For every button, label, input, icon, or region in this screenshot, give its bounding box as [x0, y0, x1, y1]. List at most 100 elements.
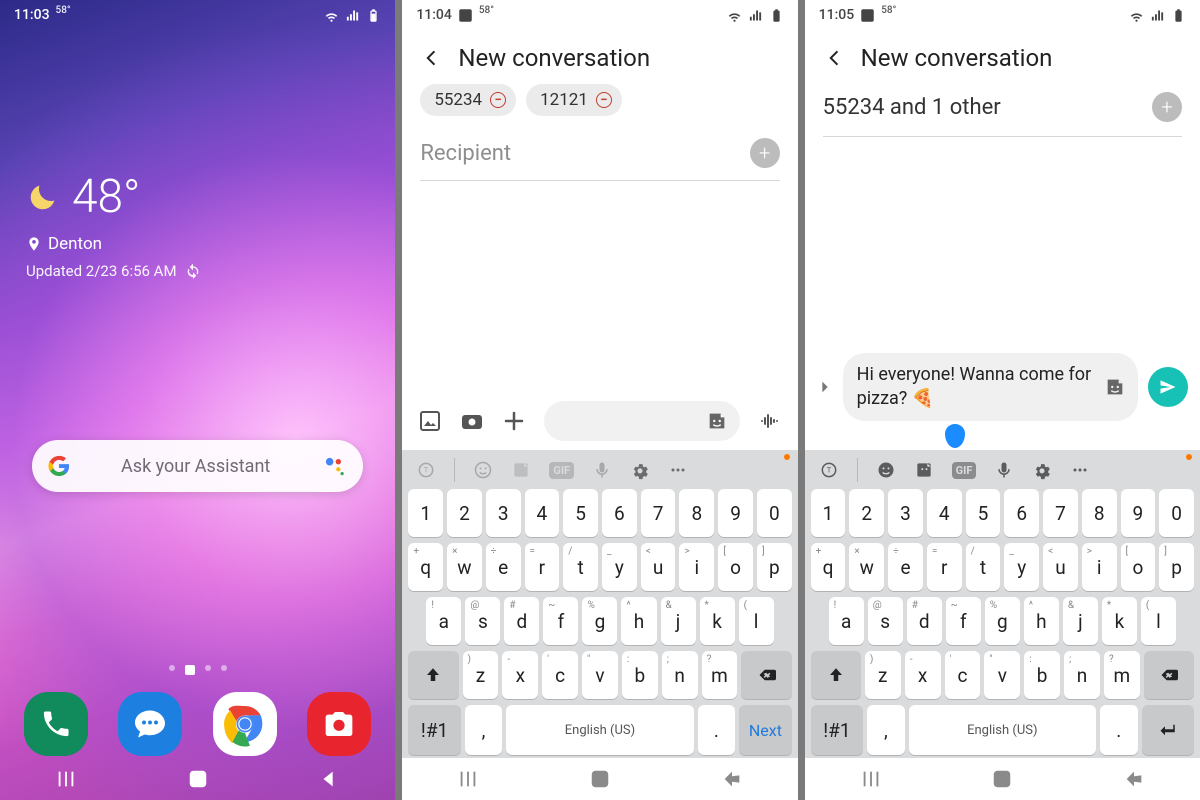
- text-loop-icon[interactable]: T: [819, 460, 839, 480]
- phone-app-icon[interactable]: [24, 692, 88, 756]
- key-r[interactable]: =r: [927, 543, 962, 591]
- key-3[interactable]: 3: [486, 489, 521, 537]
- key-x[interactable]: -x: [502, 651, 538, 699]
- key-o[interactable]: [o: [1121, 543, 1156, 591]
- back-icon[interactable]: [823, 47, 845, 69]
- key-s[interactable]: @s: [868, 597, 903, 645]
- period-key[interactable]: .: [1100, 705, 1137, 755]
- key-t[interactable]: /t: [966, 543, 1001, 591]
- key-e[interactable]: ÷e: [888, 543, 923, 591]
- key-v[interactable]: "v: [582, 651, 618, 699]
- camera-app-icon[interactable]: [307, 692, 371, 756]
- key-j[interactable]: &j: [661, 597, 696, 645]
- key-k[interactable]: *k: [1102, 597, 1137, 645]
- key-u[interactable]: <u: [1043, 543, 1078, 591]
- shift-key[interactable]: [811, 651, 861, 699]
- shift-key[interactable]: [408, 651, 458, 699]
- google-assistant-bar[interactable]: Ask your Assistant: [32, 440, 363, 492]
- key-d[interactable]: #d: [907, 597, 942, 645]
- key-c[interactable]: 'c: [945, 651, 981, 699]
- key-0[interactable]: 0: [757, 489, 792, 537]
- gif-icon[interactable]: GIF: [952, 462, 977, 479]
- space-key[interactable]: English (US): [909, 705, 1096, 755]
- remove-chip-icon[interactable]: −: [596, 92, 612, 108]
- key-o[interactable]: [o: [718, 543, 753, 591]
- backspace-key[interactable]: [1144, 651, 1194, 699]
- more-icon[interactable]: [668, 460, 688, 480]
- key-p[interactable]: ]p: [1159, 543, 1194, 591]
- key-u[interactable]: <u: [641, 543, 676, 591]
- add-recipient-button[interactable]: +: [750, 138, 780, 168]
- comma-key[interactable]: ,: [867, 705, 904, 755]
- add-recipient-button[interactable]: +: [1152, 92, 1182, 122]
- expand-icon[interactable]: [817, 375, 833, 399]
- text-loop-icon[interactable]: T: [416, 460, 436, 480]
- message-input[interactable]: [544, 401, 739, 441]
- key-l[interactable]: (l: [739, 597, 774, 645]
- key-x[interactable]: -x: [905, 651, 941, 699]
- back-button[interactable]: [1123, 768, 1145, 790]
- recents-button[interactable]: [55, 768, 77, 790]
- recents-button[interactable]: [457, 768, 479, 790]
- key-2[interactable]: 2: [849, 489, 884, 537]
- key-p[interactable]: ]p: [757, 543, 792, 591]
- text-cursor-handle-icon[interactable]: [945, 424, 965, 448]
- remove-chip-icon[interactable]: −: [490, 92, 506, 108]
- key-f[interactable]: ~f: [543, 597, 578, 645]
- key-w[interactable]: ×w: [447, 543, 482, 591]
- key-8[interactable]: 8: [1082, 489, 1117, 537]
- key-9[interactable]: 9: [1121, 489, 1156, 537]
- chrome-app-icon[interactable]: [213, 692, 277, 756]
- sticker-icon[interactable]: [1104, 376, 1126, 398]
- key-f[interactable]: ~f: [946, 597, 981, 645]
- back-button[interactable]: [318, 768, 340, 790]
- home-button[interactable]: [187, 768, 209, 790]
- key-3[interactable]: 3: [888, 489, 923, 537]
- symbols-key[interactable]: !#1: [811, 705, 863, 755]
- gallery-icon[interactable]: [418, 409, 442, 433]
- key-r[interactable]: =r: [525, 543, 560, 591]
- messages-app-icon[interactable]: [118, 692, 182, 756]
- key-c[interactable]: 'c: [542, 651, 578, 699]
- enter-key[interactable]: [1142, 705, 1194, 755]
- weather-widget[interactable]: 48° Denton Updated 2/23 6:56 AM: [26, 170, 201, 280]
- key-w[interactable]: ×w: [849, 543, 884, 591]
- period-key[interactable]: .: [698, 705, 735, 755]
- home-button[interactable]: [991, 768, 1013, 790]
- key-5[interactable]: 5: [563, 489, 598, 537]
- backspace-key[interactable]: [741, 651, 791, 699]
- key-5[interactable]: 5: [966, 489, 1001, 537]
- key-k[interactable]: *k: [700, 597, 735, 645]
- sticker-icon[interactable]: [706, 410, 728, 432]
- key-4[interactable]: 4: [525, 489, 560, 537]
- key-n[interactable]: ;n: [1064, 651, 1100, 699]
- settings-icon[interactable]: [1032, 460, 1052, 480]
- recipients-summary-row[interactable]: 55234 and 1 other +: [823, 88, 1182, 137]
- key-b[interactable]: :b: [622, 651, 658, 699]
- symbols-key[interactable]: !#1: [408, 705, 460, 755]
- mic-icon[interactable]: [592, 460, 612, 480]
- key-4[interactable]: 4: [927, 489, 962, 537]
- key-z[interactable]: )z: [463, 651, 499, 699]
- key-1[interactable]: 1: [811, 489, 846, 537]
- key-l[interactable]: (l: [1141, 597, 1176, 645]
- message-input[interactable]: Hi everyone! Wanna come for pizza? 🍕: [843, 353, 1138, 422]
- key-h[interactable]: ^h: [1024, 597, 1059, 645]
- emoji-icon[interactable]: [473, 460, 493, 480]
- key-i[interactable]: >i: [679, 543, 714, 591]
- key-d[interactable]: #d: [504, 597, 539, 645]
- key-6[interactable]: 6: [1004, 489, 1039, 537]
- key-1[interactable]: 1: [408, 489, 443, 537]
- sticker-toolbar-icon[interactable]: [511, 460, 531, 480]
- comma-key[interactable]: ,: [465, 705, 502, 755]
- key-b[interactable]: :b: [1024, 651, 1060, 699]
- space-key[interactable]: English (US): [506, 705, 693, 755]
- key-j[interactable]: &j: [1063, 597, 1098, 645]
- key-i[interactable]: >i: [1082, 543, 1117, 591]
- key-y[interactable]: _y: [602, 543, 637, 591]
- key-s[interactable]: @s: [465, 597, 500, 645]
- camera-icon[interactable]: [460, 409, 484, 433]
- recents-button[interactable]: [860, 768, 882, 790]
- home-button[interactable]: [589, 768, 611, 790]
- refresh-icon[interactable]: [185, 263, 201, 279]
